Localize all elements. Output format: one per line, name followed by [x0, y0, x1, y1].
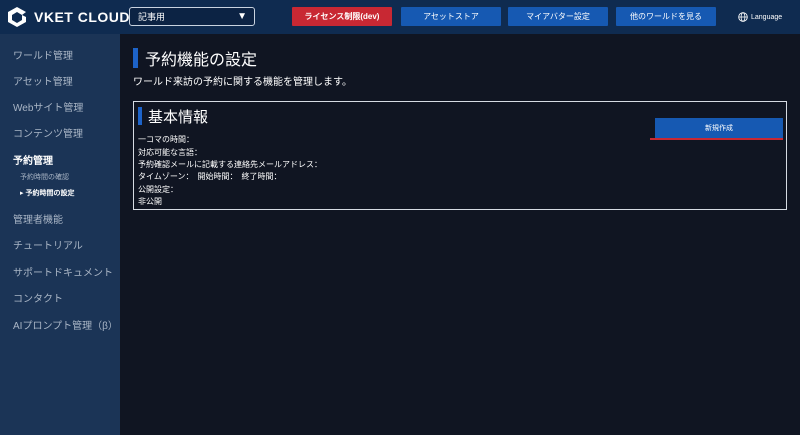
my-avatar-button[interactable]: マイアバター設定: [508, 7, 608, 26]
sidebar-item-contact[interactable]: コンタクト: [13, 290, 63, 305]
sidebar-item-content-management[interactable]: コンテンツ管理: [13, 125, 83, 140]
create-new-button[interactable]: 新規作成: [655, 118, 783, 138]
sidebar-item-ai-prompt[interactable]: AIプロンプト管理（β）: [13, 317, 118, 332]
basic-info-panel: 基本情報 一コマの時間： 対応可能な言語： 予約確認メールに記載する連絡先メール…: [133, 101, 787, 210]
language-switch[interactable]: Language: [738, 10, 782, 24]
field-timezone-hours: タイムゾーン： 開始時間： 終了時間：: [138, 172, 282, 181]
asset-store-button[interactable]: アセットストア: [401, 7, 501, 26]
sidebar-item-reservation-management[interactable]: 予約管理: [13, 152, 53, 167]
language-label: Language: [751, 13, 783, 21]
panel-title-block: 基本情報: [138, 107, 209, 126]
license-button[interactable]: ライセンス制限(dev): [292, 7, 392, 26]
field-slot-duration: 一コマの時間：: [138, 135, 194, 144]
page-description: ワールド来訪の予約に関する機能を管理します。: [133, 77, 352, 88]
world-select-value: 記事用: [138, 12, 166, 22]
top-header: VKET CLOUD 記事用 ▼ ライセンス制限(dev) アセットストア マイ…: [0, 0, 800, 34]
title-accent-bar: [133, 48, 138, 68]
sidebar-subitem-reservation-check[interactable]: 予約時間の確認: [20, 172, 69, 182]
sidebar-item-asset-management[interactable]: アセット管理: [13, 73, 73, 88]
sidebar-item-support-docs[interactable]: サポートドキュメント: [13, 264, 113, 279]
sidebar-item-admin-functions[interactable]: 管理者機能: [13, 211, 63, 226]
field-languages: 対応可能な言語：: [138, 148, 202, 157]
sidebar-subitem-reservation-settings[interactable]: ▸ 予約時間の設定: [20, 188, 74, 198]
sidebar-item-world-management[interactable]: ワールド管理: [13, 47, 73, 62]
sidebar-item-tutorial[interactable]: チュートリアル: [13, 237, 83, 252]
field-visibility: 公開設定：: [138, 185, 178, 194]
dropdown-triangle-icon: ▼: [237, 11, 247, 22]
logo-text: VKET CLOUD: [34, 9, 130, 25]
sidebar: ワールド管理 アセット管理 Webサイト管理 コンテンツ管理 予約管理 予約時間…: [0, 34, 120, 435]
other-worlds-button[interactable]: 他のワールドを見る: [616, 7, 716, 26]
vket-cloud-logo[interactable]: VKET CLOUD: [6, 6, 130, 28]
globe-icon: [738, 12, 748, 22]
vket-cloud-logo-icon: [8, 7, 26, 27]
panel-title: 基本情報: [148, 108, 209, 126]
visibility-status: 非公開: [138, 197, 162, 206]
sidebar-item-website-management[interactable]: Webサイト管理: [13, 99, 83, 114]
page-title-block: 予約機能の設定: [133, 48, 258, 69]
field-contact-email: 予約確認メールに記載する連絡先メールアドレス：: [138, 160, 322, 169]
page-title: 予約機能の設定: [145, 52, 258, 69]
world-select[interactable]: 記事用 ▼: [129, 7, 255, 26]
panel-title-accent-bar: [138, 107, 142, 125]
red-underline: [650, 138, 783, 140]
